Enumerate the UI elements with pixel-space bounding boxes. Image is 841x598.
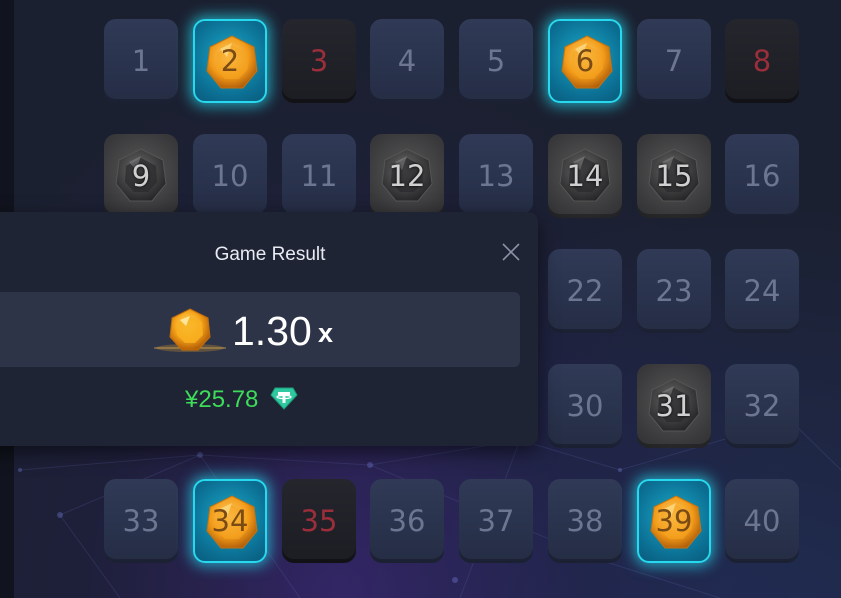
tile-38[interactable]: 38 [548, 479, 622, 563]
tile-number: 3 [309, 44, 329, 78]
tile-number: 9 [131, 159, 151, 193]
tile-23[interactable]: 23 [637, 249, 711, 333]
tile-12[interactable]: 12 [370, 134, 444, 218]
tile-number: 8 [752, 44, 772, 78]
tile-number: 23 [655, 274, 693, 308]
tile-16[interactable]: 16 [725, 134, 799, 218]
tile-number: 36 [388, 504, 426, 538]
multiplier-value: 1.30 [232, 308, 312, 354]
tile-24[interactable]: 24 [725, 249, 799, 333]
tile-number: 7 [664, 44, 684, 78]
tile-number: 12 [388, 159, 426, 193]
tile-8[interactable]: 8 [725, 19, 799, 103]
tile-33[interactable]: 33 [104, 479, 178, 563]
tile-35[interactable]: 35 [282, 479, 356, 563]
multiplier-suffix: x [318, 318, 334, 348]
tile-number: 4 [397, 44, 417, 78]
tile-6[interactable]: 6 [548, 19, 622, 103]
close-icon[interactable] [498, 239, 524, 265]
tile-number: 33 [122, 504, 160, 538]
tile-31[interactable]: 31 [637, 364, 711, 448]
tile-number: 35 [300, 504, 338, 538]
tile-40[interactable]: 40 [725, 479, 799, 563]
tile-10[interactable]: 10 [193, 134, 267, 218]
tile-34[interactable]: 34 [193, 479, 267, 563]
tile-15[interactable]: 15 [637, 134, 711, 218]
tile-number: 2 [220, 44, 240, 78]
usdt-tether-icon [270, 387, 298, 410]
tile-13[interactable]: 13 [459, 134, 533, 218]
tile-number: 31 [655, 389, 693, 423]
tile-36[interactable]: 36 [370, 479, 444, 563]
tile-5[interactable]: 5 [459, 19, 533, 103]
tile-number: 22 [566, 274, 604, 308]
tile-39[interactable]: 39 [637, 479, 711, 563]
tile-number: 13 [477, 159, 515, 193]
tile-number: 6 [575, 44, 595, 78]
tile-number: 30 [566, 389, 604, 423]
tile-14[interactable]: 14 [548, 134, 622, 218]
tile-number: 16 [743, 159, 781, 193]
tile-2[interactable]: 2 [193, 19, 267, 103]
gold-gem-coin-icon [154, 308, 226, 352]
tile-number: 24 [743, 274, 781, 308]
mines-game-board: 1 2 3 4 5 6 7 8 9 10 11 12 13 14 15 16 22 23 24 30 31 32 33 34 3… [0, 0, 841, 598]
tile-number: 11 [300, 159, 338, 193]
tile-number: 1 [131, 44, 151, 78]
tile-number: 37 [477, 504, 515, 538]
tile-1[interactable]: 1 [104, 19, 178, 103]
tile-number: 5 [486, 44, 506, 78]
result-title: Game Result [214, 244, 326, 265]
tile-4[interactable]: 4 [370, 19, 444, 103]
tile-number: 34 [211, 504, 249, 538]
tile-number: 39 [655, 504, 693, 538]
tile-number: 32 [743, 389, 781, 423]
tile-22[interactable]: 22 [548, 249, 622, 333]
tile-number: 10 [211, 159, 249, 193]
tile-9[interactable]: 9 [104, 134, 178, 218]
tile-7[interactable]: 7 [637, 19, 711, 103]
tile-3[interactable]: 3 [282, 19, 356, 103]
tile-32[interactable]: 32 [725, 364, 799, 448]
tile-number: 38 [566, 504, 604, 538]
tile-number: 15 [655, 159, 693, 193]
payout-amount: ¥25.78 [185, 386, 259, 413]
tile-11[interactable]: 11 [282, 134, 356, 218]
tile-number: 40 [743, 504, 781, 538]
tile-30[interactable]: 30 [548, 364, 622, 448]
tile-number: 14 [566, 159, 604, 193]
tile-37[interactable]: 37 [459, 479, 533, 563]
